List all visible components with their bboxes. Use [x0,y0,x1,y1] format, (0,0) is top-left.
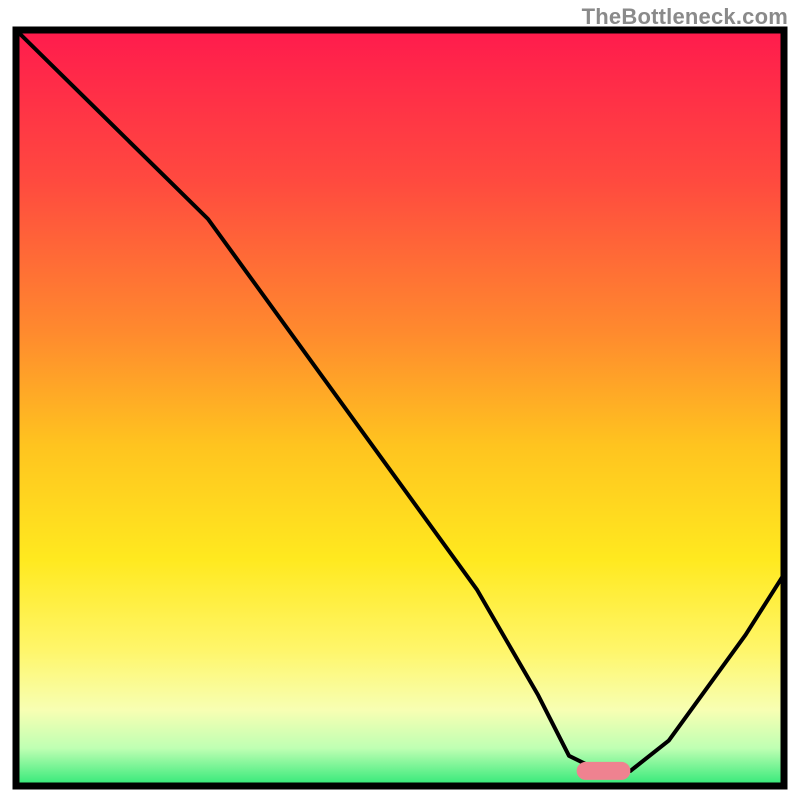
optimal-range-marker [577,762,631,780]
attribution-text: TheBottleneck.com [582,4,788,30]
bottleneck-chart [0,0,800,800]
chart-container: TheBottleneck.com [0,0,800,800]
